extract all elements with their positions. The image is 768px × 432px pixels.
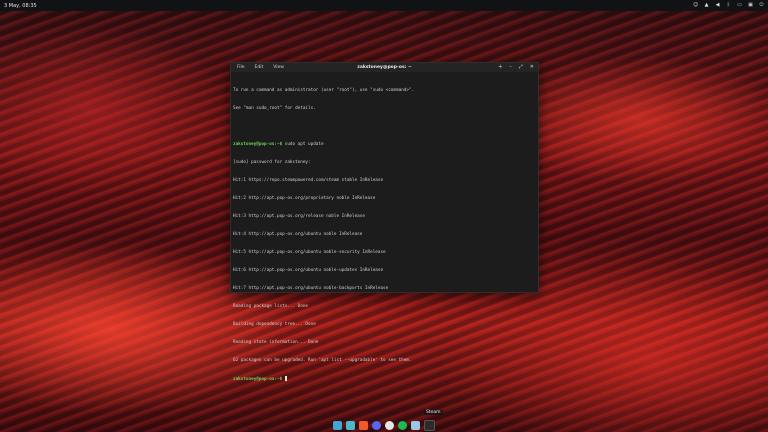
terminal-output[interactable]: To run a command as administrator (user … (231, 72, 538, 394)
output-line: 62 packages can be upgraded. Run 'apt li… (233, 358, 412, 363)
new-tab-button[interactable]: + (498, 64, 502, 70)
shell-prompt: zakstoney@pop-os:~$ (233, 377, 283, 382)
files-icon[interactable] (346, 420, 355, 430)
output-line: Building dependency tree... Done (233, 322, 316, 327)
command-line[interactable]: zakstoney@pop-os:~$ (233, 376, 536, 382)
steam-icon[interactable] (411, 420, 420, 430)
close-button[interactable]: ✕ (530, 64, 534, 70)
output-line: Hit:3 http://apt.pop-os.org/release nobl… (233, 214, 365, 219)
output-line: See "man sudo_root" for details. (233, 106, 316, 111)
power-icon[interactable]: ⏻ (759, 2, 764, 8)
minimize-button[interactable]: – (509, 64, 512, 70)
output-line: [sudo] password for zakstoney: (233, 160, 311, 165)
clock[interactable]: 3 May, 08:35 (4, 3, 37, 9)
volume-icon[interactable]: ◀ (715, 2, 720, 8)
dock-tooltip: Steam (424, 410, 443, 415)
shell-prompt: zakstoney@pop-os:~$ (233, 142, 283, 147)
terminal-titlebar[interactable]: File Edit View zakstoney@pop-os: ~ + – ⤢… (231, 63, 538, 72)
window-controls: + – ⤢ ✕ (498, 64, 534, 70)
output-line: Hit:5 http://apt.pop-os.org/ubuntu noble… (233, 250, 386, 255)
system-tray: ☺ ▲ ◀ ᛒ ▭ ▣ ⏻ (693, 2, 764, 8)
spotify-icon[interactable] (398, 420, 407, 430)
people-icon[interactable]: ☺ (693, 2, 698, 8)
dock (323, 418, 445, 432)
output-line: Hit:4 http://apt.pop-os.org/ubuntu noble… (233, 232, 363, 237)
display-icon[interactable]: ▣ (748, 2, 753, 8)
output-line: Reading state information... Done (233, 340, 319, 345)
output-line: Hit:6 http://apt.pop-os.org/ubuntu noble… (233, 268, 384, 273)
output-line: To run a command as administrator (user … (233, 88, 415, 93)
command-text: sudo apt update (282, 142, 324, 147)
window-title: zakstoney@pop-os: ~ (357, 65, 412, 70)
terminal-icon[interactable] (424, 419, 435, 431)
bluetooth-icon[interactable]: ᛒ (726, 2, 731, 8)
network-icon[interactable]: ▲ (704, 2, 709, 8)
brave-icon[interactable] (359, 420, 368, 430)
output-line: Hit:7 http://apt.pop-os.org/ubuntu noble… (233, 286, 389, 291)
battery-icon[interactable]: ▭ (737, 2, 742, 8)
maximize-button[interactable]: ⤢ (519, 64, 523, 70)
command-line: zakstoney@pop-os:~$ sudo apt update (233, 142, 536, 148)
terminal-window[interactable]: File Edit View zakstoney@pop-os: ~ + – ⤢… (230, 62, 539, 382)
output-line: Reading package lists... Done (233, 304, 309, 309)
discord-icon[interactable] (372, 420, 381, 430)
output-line: Hit:1 https://repo.steampowered.com/stea… (233, 178, 384, 183)
chrome-icon[interactable] (385, 420, 394, 430)
top-panel: 3 May, 08:35 ☺ ▲ ◀ ᛒ ▭ ▣ ⏻ (0, 0, 768, 11)
app-grid-icon[interactable] (333, 420, 342, 430)
text-cursor (284, 376, 288, 381)
output-line: Hit:2 http://apt.pop-os.org/proprietary … (233, 196, 376, 201)
